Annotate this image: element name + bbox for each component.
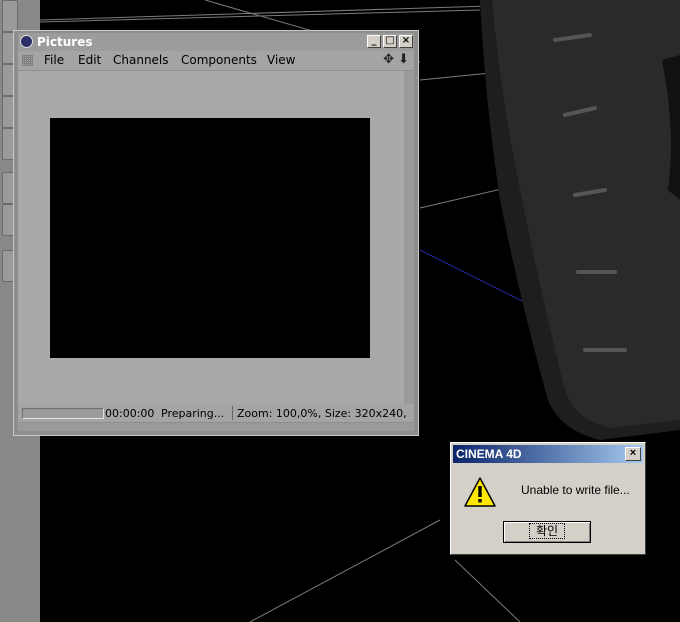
render-state: Preparing...	[161, 407, 225, 420]
render-image	[50, 118, 370, 358]
warning-icon	[464, 477, 496, 507]
dialog-close-button[interactable]: ×	[625, 447, 641, 461]
picture-area	[18, 71, 414, 404]
pictures-titlebar[interactable]: Pictures _ □ ×	[18, 33, 414, 51]
grip-icon[interactable]	[22, 55, 33, 66]
ok-button[interactable]: 확인	[503, 521, 591, 543]
menu-channels[interactable]: Channels	[113, 53, 169, 67]
move-icon[interactable]: ✥	[383, 52, 394, 67]
arrow-down-icon[interactable]: ⬇	[398, 52, 409, 67]
menu-bar: File Edit Channels Components View ✥ ⬇	[18, 51, 414, 70]
dialog-message: Unable to write file...	[521, 483, 630, 497]
menu-view[interactable]: View	[267, 53, 295, 67]
window-title: Pictures	[37, 35, 93, 49]
minimize-button[interactable]: _	[367, 35, 381, 48]
dialog-titlebar[interactable]: CINEMA 4D ×	[453, 445, 643, 463]
menu-components[interactable]: Components	[181, 53, 257, 67]
status-divider	[232, 406, 233, 420]
close-button[interactable]: ×	[399, 35, 413, 48]
status-bar: 00:00:00 Preparing... Zoom: 100,0%, Size…	[18, 404, 414, 422]
ok-button-label: 확인	[528, 523, 566, 539]
tool-move-icon[interactable]	[2, 0, 18, 32]
progress-bar	[22, 408, 104, 419]
error-dialog: CINEMA 4D × Unable to write file... 확인	[450, 442, 646, 555]
horizontal-scrollbar[interactable]	[18, 423, 414, 431]
menu-file[interactable]: File	[44, 53, 64, 67]
zoom-size-info: Zoom: 100,0%, Size: 320x240,	[237, 407, 407, 420]
vertical-scrollbar[interactable]	[404, 71, 414, 404]
dialog-title: CINEMA 4D	[456, 447, 522, 461]
menu-edit[interactable]: Edit	[78, 53, 101, 67]
cinema4d-logo-icon	[20, 35, 33, 48]
pictures-window: Pictures _ □ × File Edit Channels Compon…	[13, 30, 419, 436]
render-time: 00:00:00	[105, 407, 155, 420]
maximize-button[interactable]: □	[383, 35, 397, 48]
